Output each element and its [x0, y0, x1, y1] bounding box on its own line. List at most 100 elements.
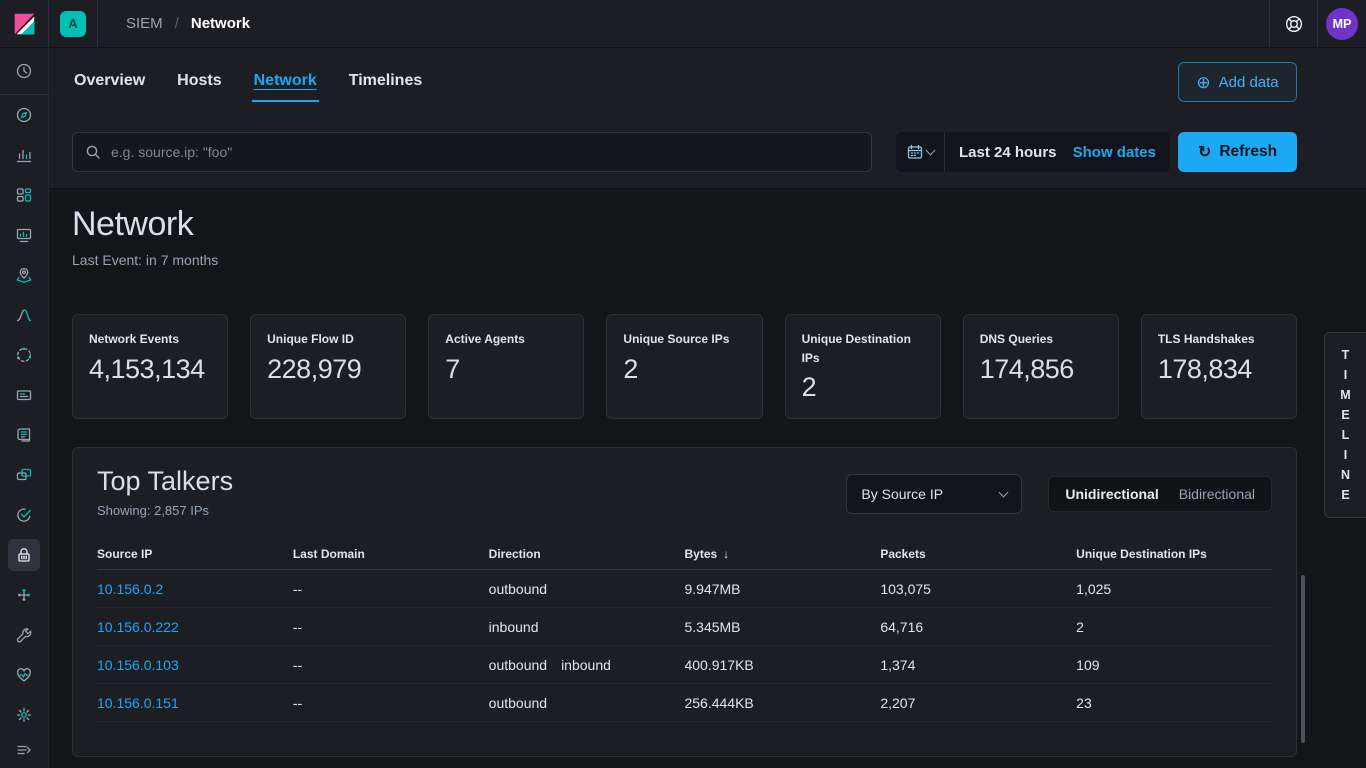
table-row: 10.156.0.151 -- outbound 256.444KB 2,207…	[97, 684, 1272, 723]
stat-card-network-events: Network Events 4,153,134	[72, 314, 229, 420]
user-avatar[interactable]: MP	[1326, 7, 1358, 40]
toggle-bidirectional[interactable]: Bidirectional	[1169, 486, 1265, 502]
refresh-icon: ↻	[1197, 144, 1212, 161]
col-source-ip[interactable]: Source IP	[97, 547, 293, 561]
source-ip-link[interactable]: 10.156.0.2	[97, 581, 163, 597]
source-ip-link[interactable]: 10.156.0.151	[97, 695, 179, 711]
stat-label: Active Agents	[445, 332, 525, 346]
top-talkers-panel: Top Talkers Showing: 2,857 IPs By Source…	[72, 447, 1297, 758]
bytes-cell: 400.917KB	[684, 656, 754, 673]
nav-dev-tools[interactable]	[0, 615, 49, 655]
stat-label: Network Events	[89, 332, 180, 346]
nav-visualize[interactable]	[0, 135, 49, 175]
nav-collapse[interactable]	[0, 735, 49, 765]
top-talkers-count: Showing: 2,857 IPs	[97, 503, 210, 519]
time-range-label[interactable]: Last 24 hours	[945, 144, 1073, 161]
kpi-stats-row: Network Events 4,153,134 Unique Flow ID …	[72, 314, 1297, 420]
nav-management[interactable]	[0, 695, 49, 735]
direction-cell: outbound	[488, 694, 548, 711]
group-by-value: By Source IP	[861, 486, 944, 503]
last-domain-cell: --	[292, 694, 303, 711]
nav-siem[interactable]	[0, 535, 49, 575]
compass-icon	[16, 107, 32, 123]
search-icon	[86, 145, 100, 159]
breadcrumb-parent[interactable]: SIEM	[126, 15, 163, 32]
nav-discover[interactable]	[0, 95, 49, 135]
dashboard-grid-icon	[16, 188, 32, 202]
topbar-divider	[1317, 0, 1318, 48]
timeline-flyout-button[interactable]: T I M E L I N E	[1324, 332, 1366, 518]
group-by-select[interactable]: By Source IP	[846, 474, 1023, 515]
stat-value: 7	[445, 353, 460, 384]
tab-overview[interactable]: Overview	[72, 62, 147, 102]
quick-select-button[interactable]	[896, 132, 945, 172]
stat-card-unique-flow-id: Unique Flow ID 228,979	[250, 314, 407, 420]
nav-canvas[interactable]	[0, 215, 49, 255]
breadcrumb-current: Network	[190, 15, 251, 32]
nav-graph[interactable]	[0, 335, 49, 375]
nav-maps[interactable]	[0, 255, 49, 295]
scroll-icon	[17, 428, 31, 442]
wrench-icon	[16, 628, 32, 643]
direction-cell: inbound	[488, 618, 539, 635]
plus-circle-icon: ⊕	[1196, 72, 1211, 92]
search-input[interactable]	[111, 144, 859, 160]
search-box[interactable]	[72, 132, 872, 172]
col-bytes-sorted[interactable]: Bytes ↓	[684, 547, 880, 561]
left-nav-sidebar	[0, 48, 49, 768]
nav-uptime[interactable]	[0, 495, 49, 535]
tab-hosts[interactable]: Hosts	[175, 62, 223, 102]
kibana-logo[interactable]	[0, 0, 49, 48]
collapse-menu-icon	[17, 745, 31, 755]
help-button[interactable]	[1270, 0, 1317, 48]
nav-metrics[interactable]	[0, 375, 49, 415]
refresh-label: Refresh	[1219, 143, 1278, 160]
source-ip-link[interactable]: 10.156.0.222	[97, 619, 179, 635]
nav-recently-viewed[interactable]	[0, 48, 49, 94]
top-talkers-table: Source IP Last Domain Direction Bytes ↓ P…	[97, 538, 1272, 723]
scrollbar-thumb[interactable]	[1301, 575, 1305, 743]
nav-machine-learning[interactable]	[0, 295, 49, 335]
connected-dots-icon	[18, 589, 30, 601]
stat-card-active-agents: Active Agents 7	[428, 314, 585, 420]
col-packets[interactable]: Packets	[880, 547, 1076, 561]
add-data-button[interactable]: ⊕ Add data	[1178, 62, 1297, 102]
toggle-unidirectional[interactable]: Unidirectional	[1055, 486, 1168, 502]
bar-chart-icon	[16, 149, 32, 163]
show-dates-link[interactable]: Show dates	[1073, 144, 1170, 161]
bytes-cell: 5.345MB	[684, 618, 741, 635]
direction-cell: outbound inbound	[488, 656, 611, 673]
nav-logs[interactable]	[0, 415, 49, 455]
col-direction[interactable]: Direction	[489, 547, 685, 561]
last-domain-cell: --	[292, 618, 303, 635]
col-unique-destination-ips[interactable]: Unique Destination IPs	[1076, 547, 1272, 561]
gear-icon	[16, 707, 32, 723]
nav-dashboard[interactable]	[0, 175, 49, 215]
stat-label: Unique Source IPs	[623, 332, 730, 346]
nav-cases[interactable]	[0, 575, 49, 615]
clock-check-icon	[17, 508, 31, 522]
source-ip-link[interactable]: 10.156.0.103	[97, 657, 179, 673]
direction-toggle: Unidirectional Bidirectional	[1048, 476, 1272, 513]
col-last-domain[interactable]: Last Domain	[293, 547, 489, 561]
refresh-button[interactable]: ↻ Refresh	[1178, 132, 1297, 172]
tab-timelines[interactable]: Timelines	[347, 62, 425, 102]
tab-network[interactable]: Network	[251, 62, 319, 102]
stat-value: 174,856	[979, 353, 1075, 384]
stat-label: DNS Queries	[979, 332, 1054, 346]
stat-label: TLS Handshakes	[1157, 332, 1255, 346]
node-ring-icon	[17, 347, 32, 362]
nav-apm[interactable]	[0, 455, 49, 495]
canvas-frame-icon	[16, 228, 32, 243]
space-selector-button[interactable]: A	[49, 0, 98, 48]
nav-stack-monitoring[interactable]	[0, 655, 49, 695]
breadcrumb-separator: /	[174, 15, 179, 32]
clock-icon	[16, 63, 32, 79]
wave-icon	[16, 309, 32, 322]
bytes-cell: 9.947MB	[684, 580, 741, 597]
table-header-row: Source IP Last Domain Direction Bytes ↓ P…	[97, 538, 1272, 571]
page-title: Network	[72, 205, 194, 243]
stat-value: 178,834	[1157, 353, 1253, 384]
stat-card-dns-queries: DNS Queries 174,856	[962, 314, 1119, 420]
main-area: Overview Hosts Network Timelines ⊕ Add d…	[49, 48, 1366, 768]
